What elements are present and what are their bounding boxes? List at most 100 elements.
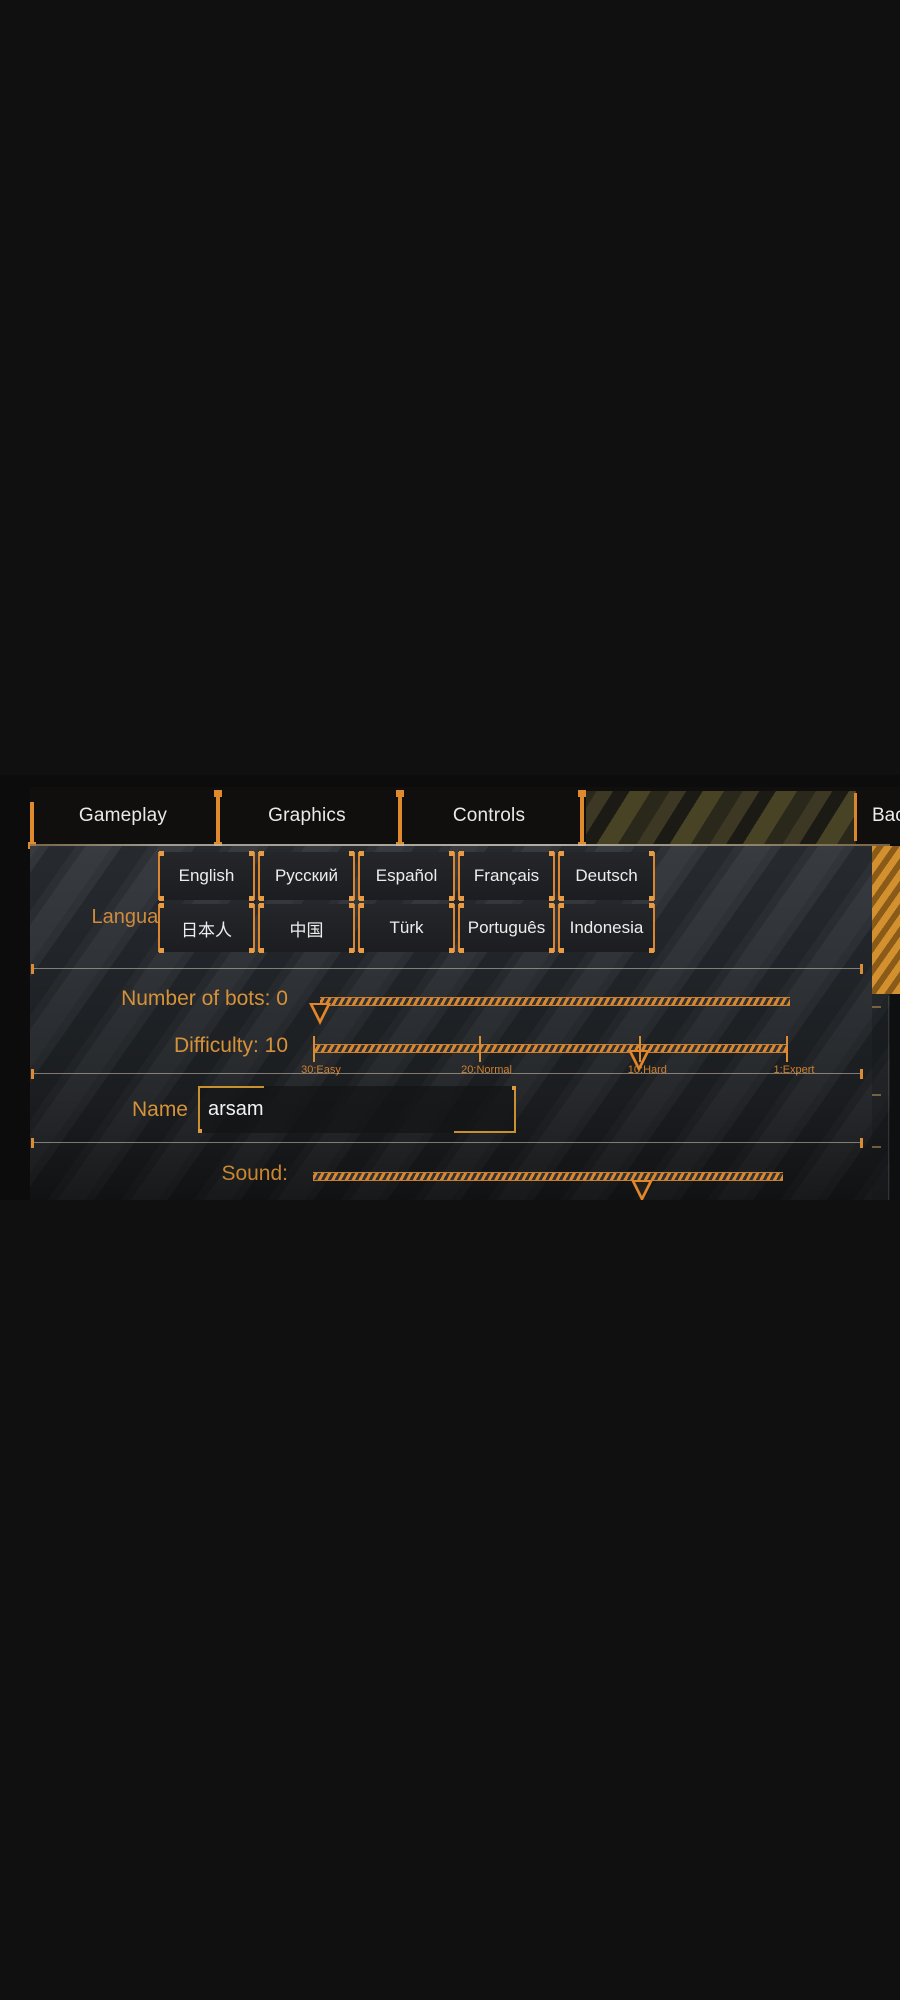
sound-slider-row: Sound: [30, 1154, 890, 1200]
button-corner-dot [459, 903, 464, 908]
sound-slider-thumb[interactable] [631, 1180, 653, 1200]
language-option-2[interactable]: Русский [258, 851, 355, 901]
button-corner-dot [259, 896, 264, 901]
button-corner-dot [259, 948, 264, 953]
button-corner-dot [359, 896, 364, 901]
difficulty-tick [478, 1036, 481, 1062]
difficulty-slider-track[interactable] [313, 1044, 786, 1072]
button-corner-dot [649, 896, 654, 901]
tab-controls-label: Controls [452, 804, 526, 826]
language-option-label: Français [473, 866, 540, 885]
language-option-label: Deutsch [575, 866, 638, 885]
language-option-label: Português [467, 918, 546, 937]
bots-label: Number of bots: 0 [121, 987, 288, 1010]
button-corner-dot [449, 896, 454, 901]
button-corner-dot [359, 903, 364, 908]
button-corner-dot [359, 948, 364, 953]
difficulty-tick [786, 1036, 788, 1062]
tab-separator [854, 793, 857, 841]
bots-slider-row: Number of bots: 0 [30, 981, 890, 1025]
difficulty-tick-label: 20:Normal [461, 1064, 512, 1076]
settings-tabbar: Gameplay Graphics Controls Back [28, 787, 900, 849]
bots-slider-thumb[interactable] [309, 1003, 331, 1025]
button-corner-dot [449, 948, 454, 953]
section-divider [31, 1138, 863, 1148]
section-divider [31, 1069, 863, 1079]
difficulty-tick [313, 1036, 315, 1062]
button-corner-dot [259, 851, 264, 856]
name-field-bracket [454, 1131, 516, 1133]
button-corner-dot [549, 903, 554, 908]
name-field-corner-dot [512, 1086, 516, 1090]
language-option-3[interactable]: Español [358, 851, 455, 901]
difficulty-tick-label: 30:Easy [301, 1064, 341, 1076]
button-corner-dot [249, 896, 254, 901]
difficulty-tick-label: 10:Hard [627, 1064, 667, 1076]
name-row: Name [30, 1086, 890, 1136]
name-field-bracket [198, 1086, 200, 1133]
name-field-bracket [198, 1086, 264, 1088]
button-corner-dot [459, 851, 464, 856]
button-corner-dot [449, 903, 454, 908]
tab-gameplay[interactable]: Gameplay [30, 787, 216, 844]
button-corner-dot [549, 896, 554, 901]
bots-slider-track[interactable] [309, 997, 790, 1025]
panel-scrollbar-thumb[interactable] [872, 846, 900, 994]
language-option-9[interactable]: Português [458, 903, 555, 953]
language-option-1[interactable]: English [158, 851, 255, 901]
language-option-label: Türk [389, 918, 424, 937]
button-corner-dot [249, 903, 254, 908]
language-option-7[interactable]: 中国 [258, 903, 355, 953]
language-options-grid: English Русский Español Français Deutsch 日本人 中… [158, 851, 655, 953]
button-corner-dot [349, 948, 354, 953]
language-option-10[interactable]: Indonesia [558, 903, 655, 953]
tab-separator [578, 790, 586, 849]
button-corner-dot [349, 903, 354, 908]
button-corner-dot [159, 903, 164, 908]
language-option-5[interactable]: Deutsch [558, 851, 655, 901]
button-corner-dot [359, 851, 364, 856]
button-corner-dot [559, 896, 564, 901]
sound-label: Sound: [221, 1162, 288, 1185]
back-button-label: Back [872, 804, 900, 826]
name-field[interactable] [198, 1086, 516, 1133]
button-corner-dot [159, 851, 164, 856]
language-option-label: 日本人 [181, 920, 232, 940]
settings-overlay: Gameplay Graphics Controls Back [0, 775, 900, 1200]
language-option-label: Español [375, 866, 438, 885]
name-label: Name [131, 1098, 188, 1121]
difficulty-tick-label: 1:Expert [773, 1064, 815, 1076]
sound-slider-track[interactable] [313, 1172, 783, 1200]
language-option-4[interactable]: Français [458, 851, 555, 901]
button-corner-dot [249, 851, 254, 856]
button-corner-dot [549, 851, 554, 856]
language-option-6[interactable]: 日本人 [158, 903, 255, 953]
button-corner-dot [349, 896, 354, 901]
name-input[interactable] [208, 1098, 498, 1121]
button-corner-dot [549, 948, 554, 953]
button-corner-dot [559, 851, 564, 856]
language-option-label: 中国 [289, 920, 324, 940]
button-corner-dot [649, 903, 654, 908]
difficulty-tick [639, 1036, 642, 1062]
game-screen: Gameplay Graphics Controls Back [0, 0, 900, 2000]
panel-scrollbar[interactable] [872, 846, 900, 1200]
button-corner-dot [459, 948, 464, 953]
language-option-8[interactable]: Türk [358, 903, 455, 953]
button-corner-dot [459, 896, 464, 901]
name-field-corner-dot [198, 1129, 202, 1133]
tab-controls[interactable]: Controls [398, 787, 580, 844]
back-button[interactable]: Back [854, 787, 900, 844]
difficulty-slider-row: Difficulty: 10 30:Easy 20:Normal 10:Hard 1:… [30, 1028, 890, 1076]
section-divider [31, 964, 863, 974]
language-option-label: Indonesia [569, 918, 644, 937]
button-corner-dot [159, 896, 164, 901]
button-corner-dot [159, 948, 164, 953]
tab-graphics[interactable]: Graphics [216, 787, 398, 844]
settings-panel: Language: English Русский Español Français D… [30, 846, 890, 1200]
name-field-bracket [514, 1086, 516, 1133]
scrollbar-notch [872, 1146, 881, 1148]
language-option-label: English [178, 866, 235, 885]
button-corner-dot [649, 851, 654, 856]
button-corner-dot [559, 948, 564, 953]
